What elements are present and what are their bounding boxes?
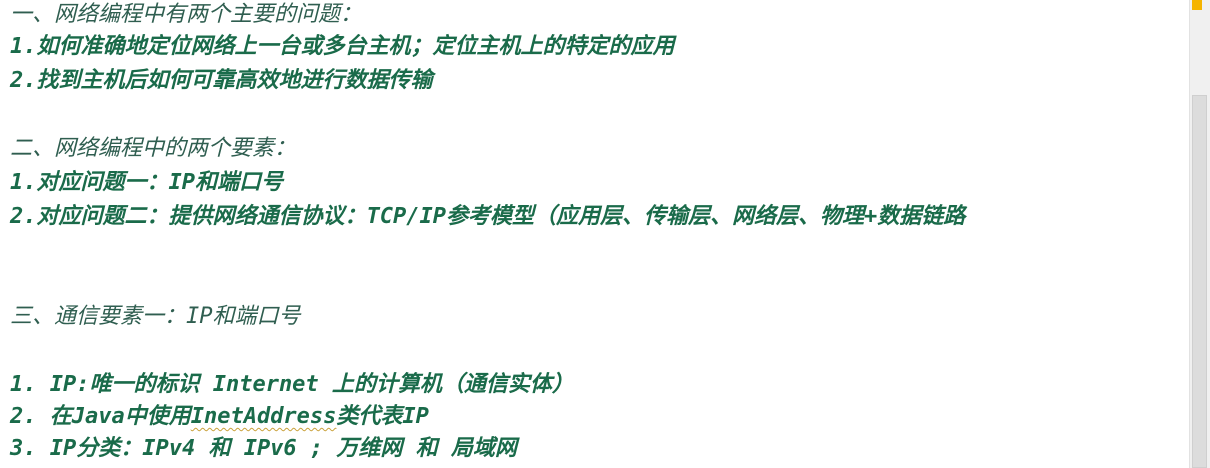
text-line-13-prefix: 2. 在Java中使用 [10, 404, 191, 429]
heading-line-5: 二、网络编程中的两个要素： [10, 136, 297, 161]
text-line-7: 2.对应问题二：提供网络通信协议：TCP/IP参考模型（应用层、传输层、网络层、… [10, 204, 966, 229]
text-line-2: 1.如何准确地定位网络上一台或多台主机；定位主机上的特定的应用 [10, 34, 675, 59]
text-line-14: 3. IP分类：IPv4 和 IPv6 ; 万维网 和 局域网 [10, 436, 517, 461]
inetaddress-token: InetAddress [190, 404, 337, 429]
vertical-scrollbar[interactable] [1189, 0, 1210, 468]
text-line-13: 2. 在Java中使用InetAddress类代表IP [10, 402, 429, 432]
text-line-3: 2.找到主机后如何可靠高效地进行数据传输 [10, 68, 433, 93]
text-line-6: 1.对应问题一：IP和端口号 [10, 170, 283, 195]
code-editor[interactable]: 一、网络编程中有两个主要的问题： 1.如何准确地定位网络上一台或多台主机；定位主… [0, 0, 1190, 468]
warning-marker-icon[interactable] [1192, 0, 1202, 10]
heading-line-10: 三、通信要素一：IP和端口号 [10, 304, 301, 329]
text-line-12: 1. IP:唯一的标识 Internet 上的计算机（通信实体） [10, 372, 574, 397]
heading-line-1: 一、网络编程中有两个主要的问题： [10, 2, 363, 27]
text-line-13-suffix: 类代表IP [336, 404, 429, 429]
scrollbar-thumb[interactable] [1192, 95, 1207, 468]
